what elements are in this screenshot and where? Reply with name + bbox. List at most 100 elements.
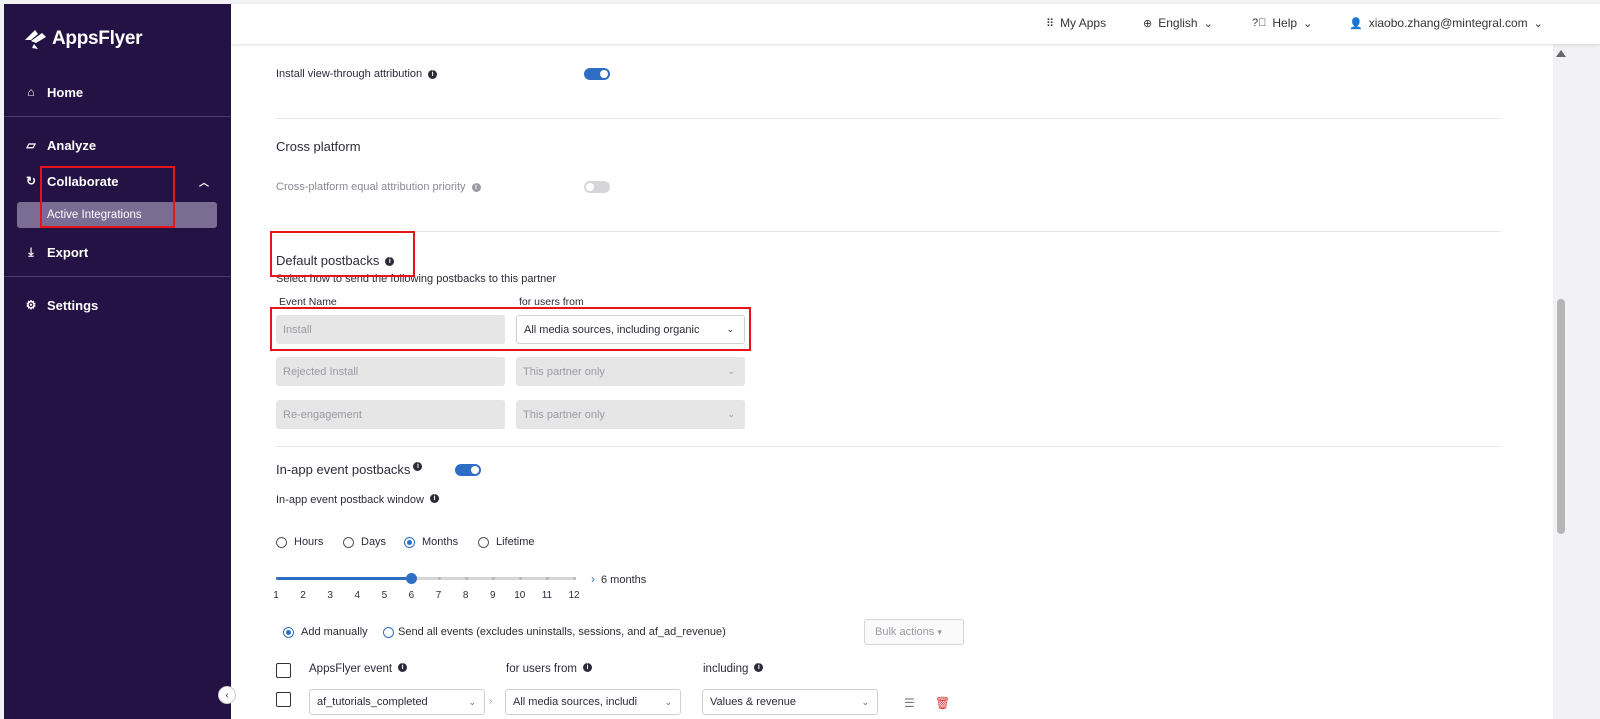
inapp-postbacks-toggle[interactable]	[455, 464, 481, 476]
radio-button[interactable]	[283, 626, 294, 638]
slider-tick	[437, 577, 441, 580]
radio-button[interactable]	[276, 536, 287, 548]
radio-button[interactable]	[478, 536, 489, 548]
my-apps-button[interactable]: ⠿ My Apps	[1046, 16, 1106, 30]
sidebar-item-export[interactable]: ⤓ Export	[4, 234, 231, 270]
bulk-actions-button[interactable]: Bulk actions ▾	[864, 619, 964, 645]
sidebar-item-settings[interactable]: ⚙ Settings	[4, 287, 231, 323]
slider-tick-label: 2	[300, 590, 306, 601]
scrollbar-thumb[interactable]	[1557, 299, 1565, 534]
chevron-down-icon: ⌄	[1533, 17, 1543, 30]
brand-name: AppsFlyer	[52, 28, 143, 49]
inapp-users-select[interactable]: All media sources, includi ⌄	[505, 689, 681, 715]
caret-down-icon: ▾	[937, 626, 942, 637]
cross-platform-priority-toggle[interactable]	[584, 181, 610, 193]
info-icon[interactable]: i	[413, 462, 423, 471]
radio-button[interactable]	[383, 626, 394, 638]
row-checkbox[interactable]	[276, 692, 291, 707]
info-icon[interactable]: i	[428, 69, 438, 79]
slider-tick-label: 6	[408, 590, 415, 601]
top-bar: ⠿ My Apps ⊕ English ⌄ ?⃝ Help ⌄ 👤 xiaobo…	[231, 4, 1600, 44]
mode-send-all-events[interactable]: Send all events (excludes uninstalls, se…	[383, 626, 726, 638]
chevron-right-icon: ›	[591, 572, 595, 586]
chevron-down-icon: ⌄	[727, 366, 735, 376]
radio-label: Months	[422, 536, 459, 548]
chevron-up-icon: ︿	[199, 177, 209, 189]
window-option-lifetime[interactable]: Lifetime	[478, 536, 535, 548]
chevron-right-icon: ›	[489, 696, 493, 707]
trash-icon[interactable]: 🗑	[935, 696, 950, 710]
slider-tick	[464, 577, 468, 580]
inapp-window-label: In-app event postback window i	[276, 494, 439, 506]
col-header-appsflyer-event: AppsFlyer event i	[309, 663, 408, 675]
info-icon[interactable]: i	[471, 182, 481, 192]
sidebar-item-label: Home	[47, 84, 84, 100]
sidebar-item-label: Settings	[47, 297, 99, 313]
col-header-including: including i	[703, 663, 764, 675]
scroll-up-icon[interactable]	[1556, 50, 1566, 57]
view-through-toggle[interactable]	[584, 68, 610, 80]
slider-readout: › 6 months	[591, 572, 646, 586]
highlight-box-collaborate	[40, 166, 175, 228]
window-option-days[interactable]: Days	[343, 536, 386, 548]
sidebar-item-label: Analyze	[47, 137, 97, 153]
radio-button[interactable]	[343, 536, 354, 548]
nav-divider	[4, 276, 231, 277]
radio-label: Hours	[294, 536, 324, 548]
mode-add-manually[interactable]: Add manually	[283, 626, 368, 638]
sidebar-collapse-button[interactable]: ‹	[218, 686, 236, 704]
info-icon[interactable]: i	[429, 494, 439, 503]
chevron-down-icon: ⌄	[727, 409, 735, 419]
slider-tick-label: 9	[489, 590, 496, 601]
sidebar-item-home[interactable]: ⌂ Home	[4, 74, 231, 110]
slider-knob[interactable]	[406, 573, 418, 584]
appsflyer-logo[interactable]: AppsFlyer	[22, 28, 143, 50]
globe-icon: ⊕	[1143, 17, 1153, 30]
slider-tick-label: 12	[568, 590, 580, 601]
select-all-checkbox[interactable]	[276, 663, 291, 678]
slider-tick-label: 5	[381, 590, 388, 601]
help-label: Help	[1272, 16, 1298, 30]
slider-tick-label: 11	[541, 590, 553, 601]
slider-tick-label: 1	[273, 590, 279, 601]
slider-tick	[491, 577, 495, 580]
slider-tick-label: 3	[327, 590, 333, 601]
nav-divider	[4, 116, 231, 117]
slider-tick-label: 10	[514, 590, 526, 601]
cross-platform-priority-label: Cross-platform equal attribution priorit…	[276, 181, 481, 193]
radio-button[interactable]	[404, 536, 415, 548]
sidebar-item-label: Export	[47, 244, 89, 260]
sidebar-item-analyze[interactable]: ▱ Analyze	[4, 127, 231, 163]
grid-icon: ⠿	[1046, 17, 1055, 30]
slider-tick-label: 8	[462, 590, 469, 601]
window-option-hours[interactable]: Hours	[276, 536, 323, 548]
window-option-months[interactable]: Months	[404, 536, 458, 548]
info-icon[interactable]: i	[398, 663, 408, 672]
radio-label: Lifetime	[496, 536, 535, 548]
sync-icon: ↻	[25, 174, 37, 188]
inapp-including-select[interactable]: Values & revenue ⌄	[702, 689, 878, 715]
window-slider[interactable]	[276, 573, 576, 584]
slider-readout-text: 6 months	[601, 574, 647, 586]
section-divider	[276, 118, 1501, 119]
inapp-event-select[interactable]: af_tutorials_completed ⌄	[309, 689, 485, 715]
section-divider	[276, 446, 1501, 447]
header-text: for users from	[506, 663, 577, 675]
inapp-postbacks-title: In-app event postbacks i	[276, 462, 423, 477]
list-add-icon[interactable]: ☰	[904, 696, 915, 710]
cross-platform-title: Cross platform	[276, 139, 361, 154]
chevron-left-icon: ‹	[225, 689, 229, 701]
language-selector[interactable]: ⊕ English ⌄	[1143, 16, 1213, 30]
postback-event-rejected-install: Rejected Install	[276, 357, 505, 386]
vertical-scrollbar[interactable]	[1553, 44, 1568, 719]
user-menu[interactable]: 👤 xiaobo.zhang@mintegral.com ⌄	[1349, 16, 1543, 30]
help-menu[interactable]: ?⃝ Help ⌄	[1252, 16, 1312, 30]
main-content: Install view-through attribution i Cross …	[231, 44, 1553, 719]
user-email: xiaobo.zhang@mintegral.com	[1368, 16, 1528, 30]
slider-tick	[573, 577, 576, 580]
col-header-users-from-inapp: for users from i	[506, 663, 592, 675]
my-apps-label: My Apps	[1060, 16, 1107, 30]
chevron-down-icon: ⌄	[468, 696, 476, 707]
info-icon[interactable]: i	[582, 663, 592, 672]
info-icon[interactable]: i	[754, 663, 764, 672]
